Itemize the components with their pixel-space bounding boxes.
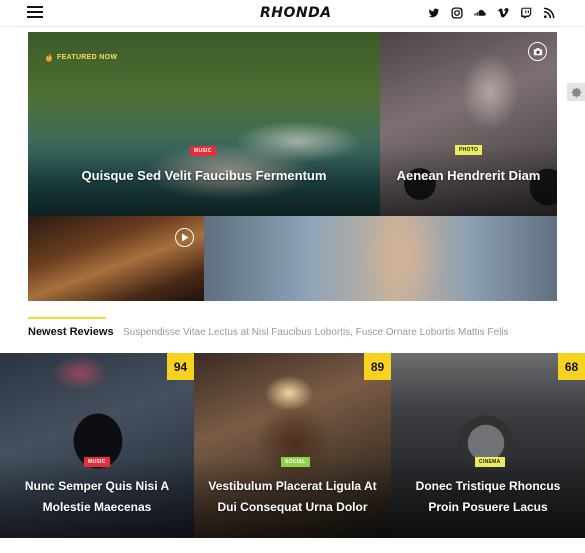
play-video-icon[interactable]	[175, 228, 194, 247]
flame-icon	[46, 53, 52, 62]
camera-icon[interactable]	[528, 42, 547, 61]
review-score-badge: 89	[364, 353, 391, 380]
category-tag[interactable]: SOCIAL	[281, 457, 310, 467]
category-tag[interactable]: MUSIC	[84, 457, 110, 467]
twitter-icon[interactable]	[427, 7, 440, 20]
rss-icon[interactable]	[542, 7, 555, 20]
twitch-icon[interactable]	[519, 7, 532, 20]
review-card[interactable]: 89 SOCIAL Vestibulum Placerat Ligula At …	[194, 353, 391, 538]
category-tag[interactable]: CINEMA	[475, 457, 505, 467]
review-title[interactable]: Donec Tristique Rhoncus Proin Posuere La…	[401, 476, 575, 518]
hamburger-menu-icon[interactable]	[27, 6, 43, 19]
review-title[interactable]: Nunc Semper Quis Nisi A Molestie Maecena…	[10, 476, 184, 518]
review-cards-row: 94 MUSIC Nunc Semper Quis Nisi A Molesti…	[0, 353, 585, 538]
ticker-heading: Newest Reviews	[28, 326, 114, 338]
post-thumbnail-hair[interactable]	[28, 216, 204, 301]
page-bottom-area	[0, 538, 585, 553]
top-header: RHONDA	[0, 0, 585, 27]
vimeo-icon[interactable]	[496, 7, 509, 20]
review-card[interactable]: 68 CINEMA Donec Tristique Rhoncus Proin …	[391, 353, 585, 538]
featured-post-main[interactable]: FEATURED NOW MUSIC Quisque Sed Velit Fau…	[28, 32, 380, 216]
featured-hero-grid: FEATURED NOW MUSIC Quisque Sed Velit Fau…	[28, 32, 557, 301]
site-logo[interactable]: RHONDA	[260, 5, 332, 21]
newest-reviews-ticker: Newest Reviews Suspendisse Vitae Lectus …	[0, 303, 585, 352]
settings-gear-icon[interactable]	[567, 83, 585, 101]
post-title[interactable]: Quisque Sed Velit Faucibus Fermentum	[48, 168, 360, 183]
review-card[interactable]: 94 MUSIC Nunc Semper Quis Nisi A Molesti…	[0, 353, 194, 538]
ticker-accent-line	[28, 317, 106, 319]
review-score-badge: 68	[558, 353, 585, 380]
review-title[interactable]: Vestibulum Placerat Ligula At Dui Conseq…	[204, 476, 381, 518]
featured-badge-label: FEATURED NOW	[57, 54, 118, 61]
social-links	[427, 6, 555, 20]
instagram-icon[interactable]	[450, 7, 463, 20]
featured-badge: FEATURED NOW	[45, 53, 117, 62]
review-score-badge: 94	[167, 353, 194, 380]
soundcloud-icon[interactable]	[473, 7, 486, 20]
featured-post-side[interactable]: PHOTO Aenean Hendrerit Diam	[380, 32, 557, 216]
ticker-headline-link[interactable]: Suspendisse Vitae Lectus at Nisl Faucibu…	[123, 327, 509, 338]
category-tag[interactable]: PHOTO	[455, 145, 483, 155]
post-title[interactable]: Aenean Hendrerit Diam	[386, 168, 551, 183]
category-tag[interactable]: MUSIC	[190, 146, 216, 156]
post-thumbnail-portrait[interactable]	[204, 216, 557, 301]
